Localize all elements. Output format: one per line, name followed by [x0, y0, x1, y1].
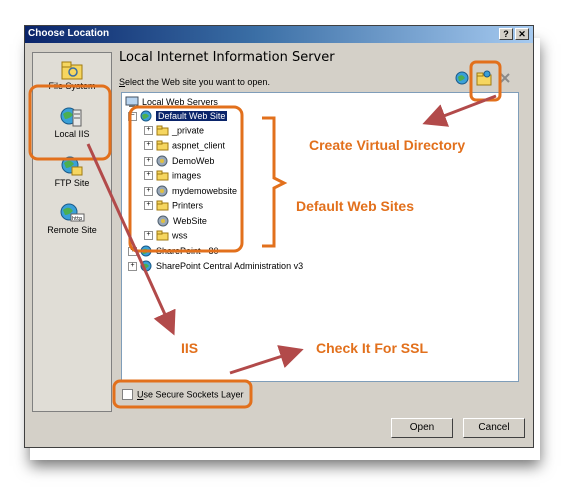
callout-iis: IIS — [181, 340, 199, 356]
callout-default-web-sites: Default Web Sites — [296, 198, 414, 214]
toolbar-highlight — [469, 60, 502, 102]
callout-create-virtual-directory: Create Virtual Directory — [309, 137, 466, 153]
local-iis-highlight — [28, 84, 112, 161]
ssl-arrow — [229, 345, 304, 375]
default-sites-brace — [262, 116, 288, 248]
default-site-highlight — [128, 105, 244, 253]
callout-ssl: Check It For SSL — [316, 340, 429, 356]
ssl-highlight — [112, 379, 253, 409]
vdir-arrow — [422, 94, 497, 127]
annotation-overlay — [28, 60, 502, 409]
